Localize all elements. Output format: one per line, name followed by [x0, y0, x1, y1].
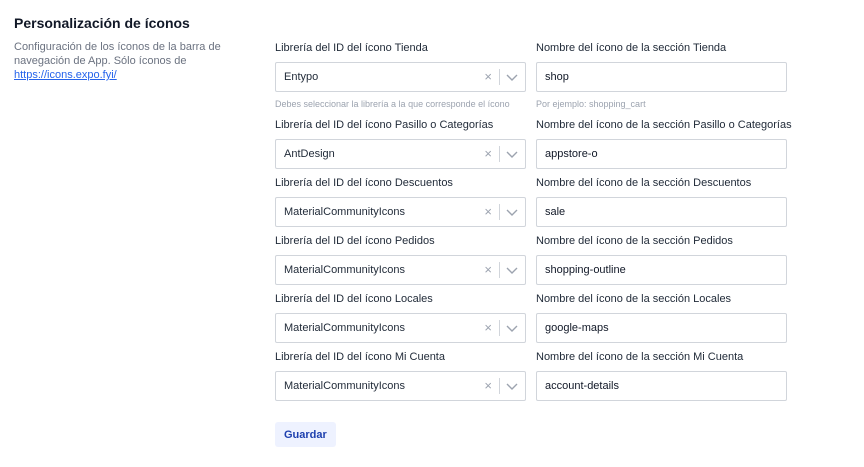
library-field: Librería del ID del ícono Locales Materi…: [275, 292, 526, 343]
library-field: Librería del ID del ícono Descuentos Mat…: [275, 176, 526, 227]
icon-name-input[interactable]: google-maps: [536, 313, 787, 343]
select-separator: [499, 378, 500, 394]
name-field: Nombre del ícono de la sección Locales g…: [536, 292, 787, 343]
clear-icon[interactable]: ×: [484, 256, 492, 284]
name-field: Nombre del ícono de la sección Tienda sh…: [536, 41, 787, 110]
icons-form: Librería del ID del ícono Tienda Entypo …: [275, 41, 795, 408]
library-label: Librería del ID del ícono Pasillo o Cate…: [275, 119, 494, 131]
chevron-down-icon[interactable]: [506, 323, 518, 333]
clear-icon[interactable]: ×: [484, 63, 492, 91]
library-selected-value: MaterialCommunityIcons: [284, 264, 406, 276]
chevron-down-icon[interactable]: [506, 265, 518, 275]
library-select[interactable]: Entypo ×: [275, 62, 526, 92]
library-label: Librería del ID del ícono Pedidos: [275, 235, 435, 247]
icon-name-input[interactable]: account-details: [536, 371, 787, 401]
name-field: Nombre del ícono de la sección Descuento…: [536, 176, 787, 227]
chevron-down-icon[interactable]: [506, 149, 518, 159]
name-label: Nombre del ícono de la sección Pasillo o…: [536, 119, 792, 131]
library-selected-value: Entypo: [284, 71, 319, 83]
chevron-down-icon[interactable]: [506, 381, 518, 391]
library-select[interactable]: MaterialCommunityIcons ×: [275, 255, 526, 285]
clear-icon[interactable]: ×: [484, 198, 492, 226]
icon-row-tienda: Librería del ID del ícono Tienda Entypo …: [275, 41, 795, 118]
name-label: Nombre del ícono de la sección Mi Cuenta: [536, 351, 744, 363]
name-label: Nombre del ícono de la sección Descuento…: [536, 177, 752, 189]
clear-icon[interactable]: ×: [484, 372, 492, 400]
select-separator: [499, 69, 500, 85]
icon-name-input[interactable]: shopping-outline: [536, 255, 787, 285]
description-text: Configuración de los íconos de la barra …: [14, 41, 221, 67]
library-selected-value: AntDesign: [284, 148, 335, 160]
icon-row-pasillo: Librería del ID del ícono Pasillo o Cate…: [275, 118, 795, 176]
library-select[interactable]: MaterialCommunityIcons ×: [275, 371, 526, 401]
select-separator: [499, 262, 500, 278]
library-select[interactable]: MaterialCommunityIcons ×: [275, 313, 526, 343]
library-selected-value: MaterialCommunityIcons: [284, 206, 406, 218]
page-title: Personalización de íconos: [14, 15, 190, 31]
library-label: Librería del ID del ícono Descuentos: [275, 177, 453, 189]
name-label: Nombre del ícono de la sección Pedidos: [536, 235, 733, 247]
name-field: Nombre del ícono de la sección Pedidos s…: [536, 234, 787, 285]
icon-name-input[interactable]: sale: [536, 197, 787, 227]
name-hint: Por ejemplo: shopping_cart: [536, 99, 646, 109]
clear-icon[interactable]: ×: [484, 314, 492, 342]
icon-row-mi-cuenta: Librería del ID del ícono Mi Cuenta Mate…: [275, 350, 795, 408]
library-selected-value: MaterialCommunityIcons: [284, 380, 406, 392]
chevron-down-icon[interactable]: [506, 207, 518, 217]
library-field: Librería del ID del ícono Mi Cuenta Mate…: [275, 350, 526, 401]
library-field: Librería del ID del ícono Tienda Entypo …: [275, 41, 526, 110]
chevron-down-icon[interactable]: [506, 72, 518, 82]
section-description: Configuración de los íconos de la barra …: [14, 40, 224, 82]
name-field: Nombre del ícono de la sección Pasillo o…: [536, 118, 792, 169]
library-label: Librería del ID del ícono Tienda: [275, 42, 428, 54]
icon-row-pedidos: Librería del ID del ícono Pedidos Materi…: [275, 234, 795, 292]
library-select[interactable]: AntDesign ×: [275, 139, 526, 169]
section-sidebar: Personalización de íconos Configuración …: [14, 15, 234, 82]
library-field: Librería del ID del ícono Pedidos Materi…: [275, 234, 526, 285]
name-label: Nombre del ícono de la sección Locales: [536, 293, 732, 305]
select-separator: [499, 320, 500, 336]
icon-row-locales: Librería del ID del ícono Locales Materi…: [275, 292, 795, 350]
library-label: Librería del ID del ícono Mi Cuenta: [275, 351, 445, 363]
icon-row-descuentos: Librería del ID del ícono Descuentos Mat…: [275, 176, 795, 234]
clear-icon[interactable]: ×: [484, 140, 492, 168]
library-label: Librería del ID del ícono Locales: [275, 293, 433, 305]
icon-name-input[interactable]: shop: [536, 62, 787, 92]
name-field: Nombre del ícono de la sección Mi Cuenta…: [536, 350, 787, 401]
icon-name-input[interactable]: appstore-o: [536, 139, 787, 169]
select-separator: [499, 204, 500, 220]
library-select[interactable]: MaterialCommunityIcons ×: [275, 197, 526, 227]
select-separator: [499, 146, 500, 162]
library-selected-value: MaterialCommunityIcons: [284, 322, 406, 334]
library-field: Librería del ID del ícono Pasillo o Cate…: [275, 118, 526, 169]
icons-link[interactable]: https://icons.expo.fyi/: [14, 68, 224, 82]
library-hint: Debes seleccionar la librería a la que c…: [275, 99, 510, 109]
name-label: Nombre del ícono de la sección Tienda: [536, 42, 727, 54]
save-button[interactable]: Guardar: [275, 422, 336, 447]
